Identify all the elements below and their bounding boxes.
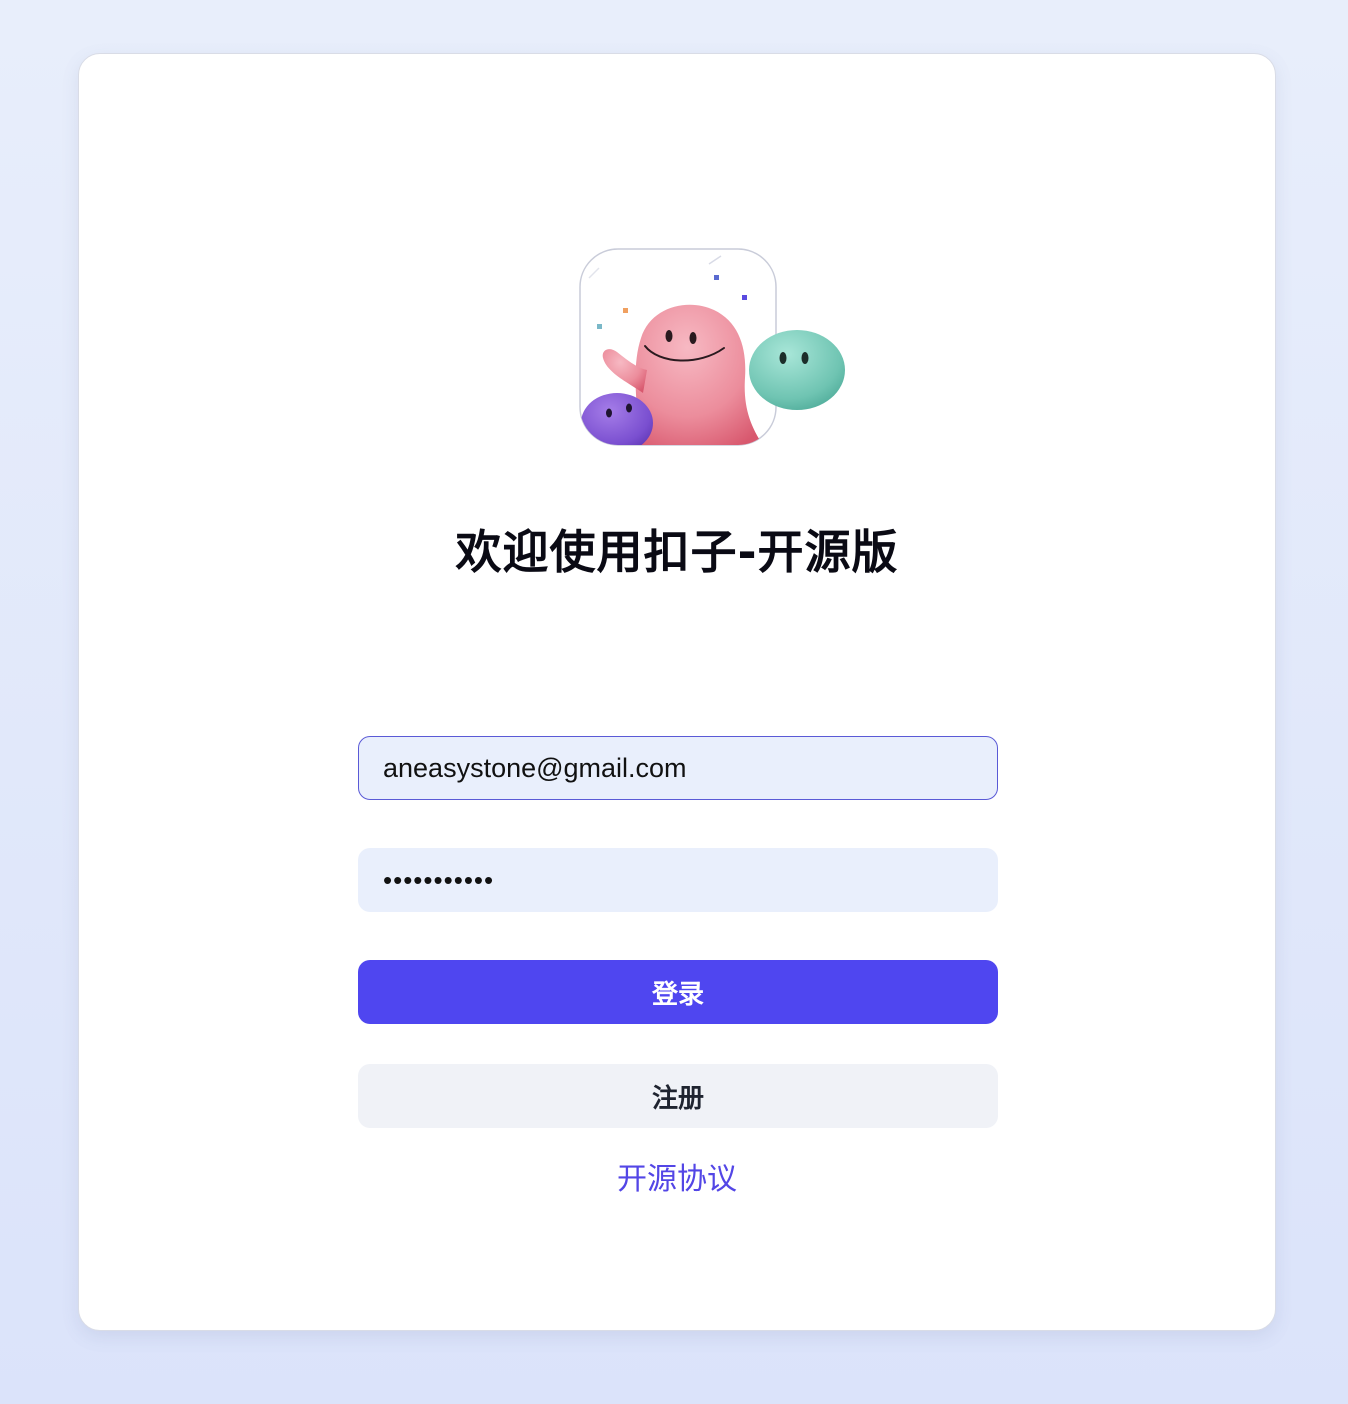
agreement-row: 开源协议 bbox=[79, 1154, 1275, 1198]
register-button-label: 注册 bbox=[651, 1083, 704, 1114]
login-card: 欢迎使用扣子-开源版 登录 注册 开源协议 bbox=[78, 53, 1276, 1331]
coze-mascot-logo-icon bbox=[579, 248, 845, 446]
page-title: 欢迎使用扣子-开源版 bbox=[455, 525, 899, 579]
login-button[interactable]: 登录 bbox=[358, 960, 998, 1024]
register-button[interactable]: 注册 bbox=[358, 1064, 998, 1128]
open-source-license-link[interactable]: 开源协议 bbox=[617, 1162, 737, 1197]
login-button-label: 登录 bbox=[651, 979, 704, 1010]
email-input[interactable] bbox=[358, 736, 998, 800]
app-logo bbox=[579, 248, 859, 458]
password-input[interactable] bbox=[358, 848, 998, 912]
